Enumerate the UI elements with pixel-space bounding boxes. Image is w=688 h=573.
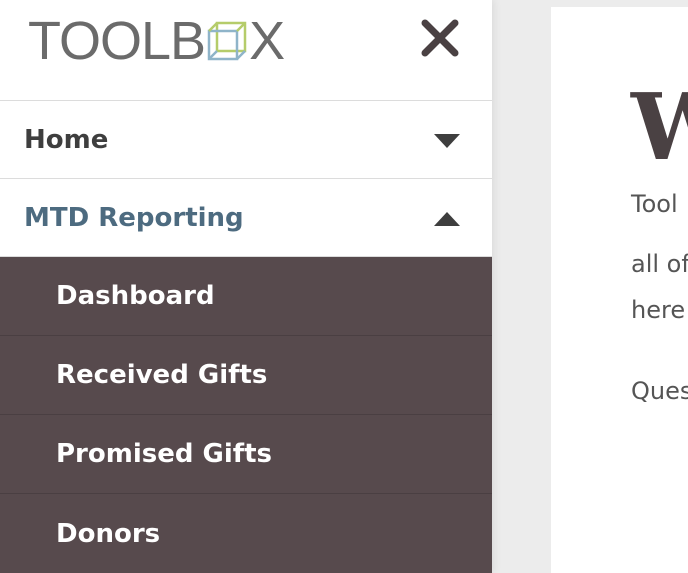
intro-line-1: Tool <box>631 190 678 218</box>
submenu-item-promised-gifts[interactable]: Promised Gifts <box>0 415 492 494</box>
submenu-item-label: Received Gifts <box>56 360 268 390</box>
page-title: W <box>631 73 688 181</box>
close-button[interactable] <box>416 14 464 62</box>
main-content: W Tool all of here Ques <box>551 7 688 573</box>
nav-item-label: MTD Reporting <box>24 202 244 233</box>
intro-line-2: all of <box>631 250 688 278</box>
page: W Tool all of here Ques TOOLB X Home MTD… <box>0 0 688 573</box>
nav-item-mtd-reporting[interactable]: MTD Reporting <box>0 179 492 257</box>
intro-line-3: here <box>631 296 686 324</box>
sidebar-menu: TOOLB X Home MTD Reporting Dashboard Rec… <box>0 0 492 573</box>
submenu-item-label: Promised Gifts <box>56 439 272 469</box>
nav-item-home[interactable]: Home <box>0 101 492 179</box>
nav-item-label: Home <box>24 124 109 155</box>
toolbox-logo[interactable]: TOOLB X <box>28 11 285 71</box>
submenu-mtd-reporting: Dashboard Received Gifts Promised Gifts … <box>0 257 492 573</box>
brand-header: TOOLB X <box>0 0 492 101</box>
submenu-item-label: Dashboard <box>56 281 215 311</box>
cube-icon <box>207 21 247 61</box>
questions-line: Ques <box>631 377 688 405</box>
caret-up-icon <box>434 211 460 226</box>
logo-text-right: X <box>249 11 285 71</box>
submenu-item-dashboard[interactable]: Dashboard <box>0 257 492 336</box>
submenu-item-received-gifts[interactable]: Received Gifts <box>0 336 492 415</box>
caret-down-icon <box>434 133 460 148</box>
logo-text-left: TOOLB <box>28 11 206 71</box>
close-icon <box>421 19 459 57</box>
submenu-item-label: Donors <box>56 518 161 549</box>
submenu-item-donors[interactable]: Donors <box>0 494 492 573</box>
